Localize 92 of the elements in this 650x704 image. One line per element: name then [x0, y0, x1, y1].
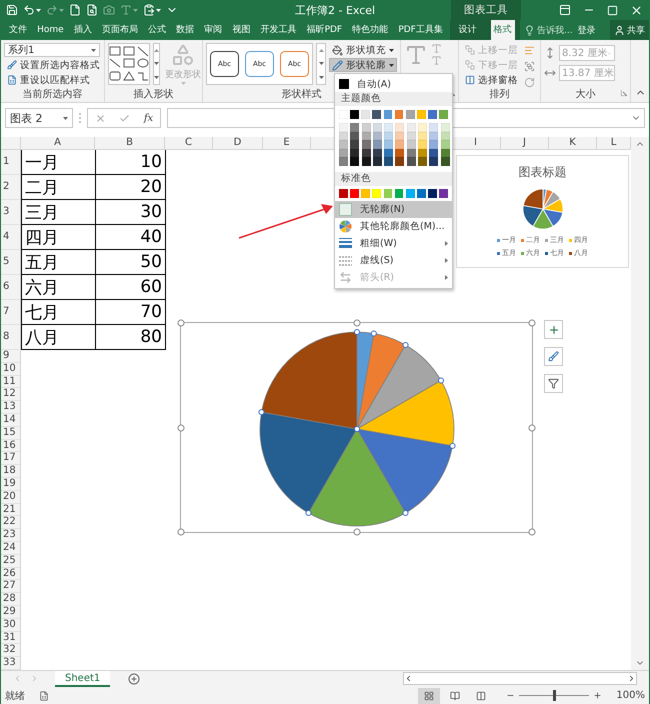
table-cell: 五月 — [22, 250, 96, 275]
table-cell: 四月 — [22, 225, 96, 250]
reset-style-button[interactable]: 重设以匹配样式 — [4, 73, 103, 87]
ribbon-tab[interactable]: 插入 — [70, 20, 95, 40]
row-header[interactable]: 30 — [1, 618, 20, 632]
ribbon-tab[interactable]: 视图 — [229, 20, 254, 40]
menu-section-header: 主题颜色 — [335, 92, 452, 106]
row-header[interactable]: 24 — [1, 542, 20, 555]
ribbon-tab[interactable]: PDF工具集 — [395, 20, 446, 40]
table-cell: 二月 — [22, 175, 96, 200]
zoom-level: 100% — [616, 690, 645, 701]
ribbon-tab[interactable]: 特色功能 — [349, 20, 392, 40]
ribbon-tab[interactable]: 开发工具 — [257, 20, 300, 40]
ribbon-tab[interactable]: 设计 — [456, 20, 480, 40]
row-header[interactable]: 32 — [1, 644, 20, 658]
table-cell: 60 — [96, 275, 166, 300]
row-header[interactable]: 26 — [1, 568, 20, 580]
row-header[interactable]: 22 — [1, 516, 20, 530]
ribbon-tab[interactable]: 页面布局 — [98, 20, 141, 40]
ribbon-tab[interactable]: 审阅 — [201, 20, 226, 40]
row-header[interactable]: 5 — [1, 250, 20, 275]
row-header[interactable]: 16 — [1, 440, 20, 452]
table-cell: 一月 — [22, 150, 96, 175]
row-header[interactable]: 11 — [1, 376, 20, 388]
table-cell: 40 — [96, 225, 166, 250]
ribbon-tab[interactable]: 格式 — [490, 20, 514, 40]
row-header[interactable]: 27 — [1, 580, 20, 594]
ribbon-tab[interactable]: 福昕PDF — [304, 20, 346, 40]
share-button[interactable]: 共享 — [610, 20, 649, 40]
menu-item[interactable]: 粗细(W) — [335, 234, 452, 252]
format-selection-button[interactable]: 设置所选内容格式 — [4, 58, 103, 72]
row-header[interactable]: 10 — [1, 362, 20, 376]
sheet-tab[interactable]: Sheet1 — [55, 671, 110, 687]
status-text: 就绪 — [5, 690, 25, 702]
row-header[interactable]: 3 — [1, 200, 20, 225]
table-cell: 50 — [96, 250, 166, 275]
row-header[interactable]: 31 — [1, 632, 20, 644]
row-header[interactable]: 21 — [1, 504, 20, 516]
sign-in-link[interactable]: 登录 — [578, 24, 596, 36]
automatic-color-item[interactable]: 自动(A) — [335, 76, 452, 92]
tell-me-field[interactable]: 告诉我... — [537, 24, 573, 36]
row-header[interactable]: 2 — [1, 175, 20, 200]
shape-outline-button[interactable]: 形状轮廓 — [329, 58, 397, 72]
series-dropdown[interactable]: 系列1 — [4, 43, 100, 57]
table-cell: 六月 — [22, 275, 96, 300]
row-header[interactable]: 17 — [1, 452, 20, 466]
menu-item[interactable]: 无轮廓(N) — [335, 200, 452, 218]
group-label: 形状样式 — [282, 88, 322, 102]
arrange-button[interactable]: 选择窗格 — [462, 73, 521, 87]
context-tab-title: 图表工具 — [451, 0, 521, 20]
row-header[interactable]: 20 — [1, 490, 20, 504]
row-header[interactable]: 12 — [1, 388, 20, 402]
group-label: 大小 — [576, 88, 596, 102]
row-header[interactable]: 23 — [1, 529, 20, 542]
row-header[interactable]: 15 — [1, 426, 20, 440]
menu-section-header: 标准色 — [335, 172, 452, 186]
shape-fill-button[interactable]: 形状填充 — [329, 43, 397, 57]
menu-item-label: 自动(A) — [357, 78, 391, 90]
row-header[interactable]: 6 — [1, 275, 20, 300]
menu-item[interactable]: 虚线(S) — [335, 252, 452, 269]
row-header[interactable]: 25 — [1, 554, 20, 568]
name-box[interactable]: 图表 2 — [5, 108, 73, 128]
table-cell: 30 — [96, 200, 166, 225]
table-cell: 三月 — [22, 200, 96, 225]
table-cell: 20 — [96, 175, 166, 200]
table-cell: 八月 — [22, 325, 96, 350]
row-header[interactable]: 1 — [1, 150, 20, 175]
table-cell: 80 — [96, 325, 166, 350]
group-label: 排列 — [490, 88, 510, 102]
row-header[interactable]: 28 — [1, 593, 20, 606]
group-label: 插入形状 — [134, 88, 174, 102]
window-title: 工作簿2 - Excel — [294, 2, 376, 18]
ribbon-tab[interactable]: 公式 — [145, 20, 170, 40]
menu-item[interactable]: 其他轮廓颜色(M)... — [335, 218, 452, 235]
row-header[interactable]: 4 — [1, 225, 20, 250]
insert-function-button[interactable]: fx — [144, 112, 154, 124]
table-cell: 七月 — [22, 300, 96, 325]
chart-title: 图表标题 — [518, 164, 566, 181]
row-header[interactable]: 14 — [1, 414, 20, 427]
row-header[interactable]: 29 — [1, 606, 20, 619]
row-header[interactable]: 9 — [1, 350, 20, 363]
group-label: 当前所选内容 — [22, 88, 82, 102]
ribbon-tab[interactable]: Home — [34, 20, 67, 40]
table-cell: 70 — [96, 300, 166, 325]
row-header[interactable]: 18 — [1, 465, 20, 478]
row-header[interactable]: 13 — [1, 401, 20, 414]
ribbon-tab[interactable]: 数据 — [173, 20, 198, 40]
row-header[interactable]: 19 — [1, 478, 20, 491]
ribbon-tab[interactable]: 文件 — [6, 20, 30, 40]
row-header[interactable]: 8 — [1, 325, 20, 350]
row-header[interactable]: 7 — [1, 300, 20, 325]
table-cell: 10 — [96, 150, 166, 175]
